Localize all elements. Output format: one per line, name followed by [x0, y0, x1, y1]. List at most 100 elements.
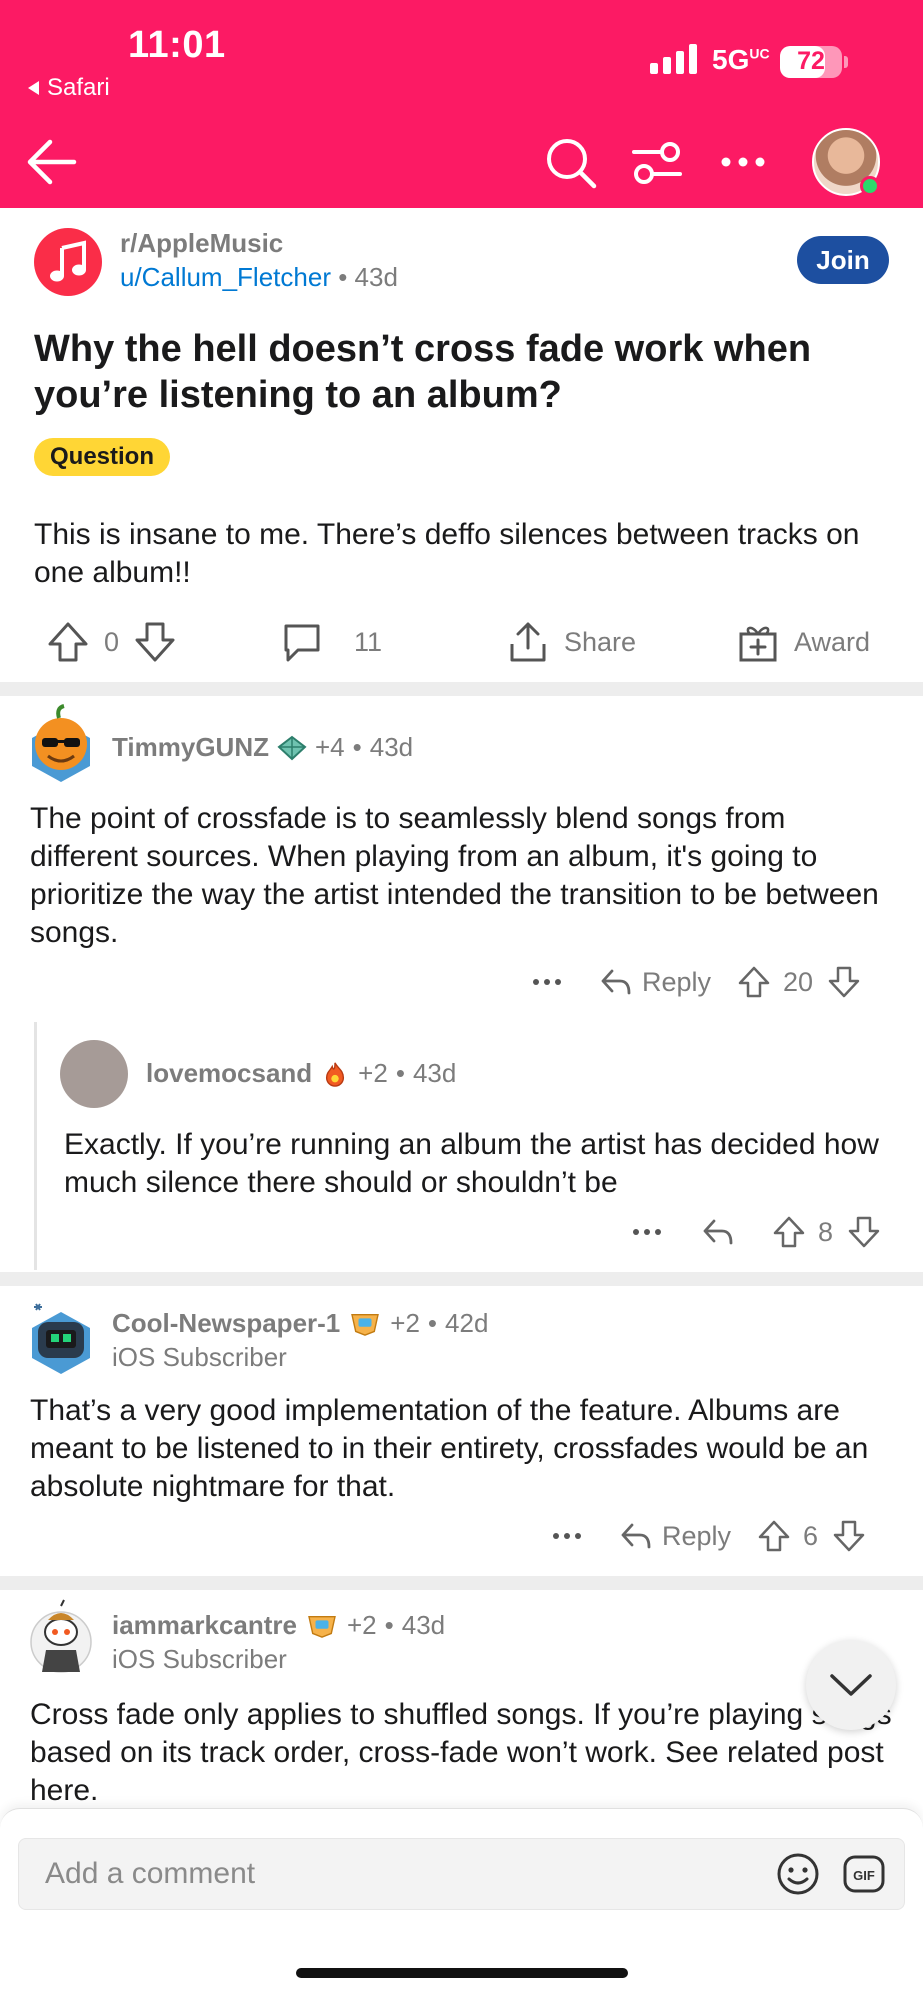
join-button[interactable]: Join — [797, 236, 889, 284]
downvote-icon[interactable] — [827, 965, 861, 999]
comment-2-header: lovemocsand +2 • 43d — [146, 1058, 456, 1089]
comment-3-header: Cool-Newspaper-1 +2 • 42d — [112, 1308, 488, 1339]
post-action-bar: 0 11 Share Award — [0, 612, 923, 672]
comment-3-karma: +2 — [390, 1308, 420, 1338]
comment-2-body: Exactly. If you’re running an album the … — [64, 1128, 879, 1199]
status-time: 11:01 — [128, 24, 226, 66]
reply-arrow-icon — [621, 1523, 651, 1549]
top-bar: 11:01 Safari 5GUC 72 — [0, 0, 923, 208]
comment-1-reply-button[interactable]: Reply — [600, 967, 711, 998]
more-options-icon[interactable] — [720, 150, 766, 174]
comment-2-score: 8 — [818, 1216, 834, 1247]
cellular-signal-icon — [650, 44, 697, 74]
award-button[interactable]: Award — [736, 612, 870, 672]
more-options-icon[interactable] — [532, 977, 562, 987]
emoji-icon[interactable] — [776, 1852, 820, 1896]
comment-3-score: 6 — [803, 1520, 819, 1551]
downvote-icon[interactable] — [832, 1519, 866, 1553]
comment-2-username[interactable]: lovemocsand — [146, 1058, 312, 1089]
back-arrow-icon[interactable] — [24, 134, 80, 190]
online-status-dot — [860, 176, 880, 196]
share-label: Share — [564, 626, 637, 657]
lovemocsand-avatar[interactable] — [60, 1040, 128, 1108]
svg-text:GIF: GIF — [853, 1868, 875, 1883]
share-button[interactable]: Share — [506, 612, 636, 672]
back-triangle-icon — [28, 81, 39, 95]
more-options-icon[interactable] — [552, 1531, 582, 1541]
comment-2-actions: 8 — [632, 1212, 881, 1252]
section-divider — [0, 682, 923, 696]
sort-filter-icon[interactable] — [630, 140, 684, 186]
network-label: 5G — [712, 44, 750, 75]
battery-icon: 72 — [780, 46, 842, 78]
comment-3-reply-button[interactable]: Reply — [620, 1521, 731, 1552]
timmygunz-avatar[interactable] — [26, 704, 96, 784]
comment-4-username[interactable]: iammarkcantre — [112, 1610, 297, 1641]
comment-1-username[interactable]: TimmyGUNZ — [112, 732, 269, 763]
subscriber-badge-icon — [351, 1313, 380, 1336]
comment-input[interactable] — [18, 1838, 905, 1910]
reply-arrow-icon — [601, 969, 631, 995]
vote-group: 0 — [46, 612, 177, 672]
section-divider — [0, 1272, 923, 1286]
meta-dot: • — [352, 732, 362, 762]
post-title: Why the hell doesn’t cross fade work whe… — [34, 328, 812, 416]
network-sup: UC — [749, 45, 770, 62]
upvote-icon[interactable] — [772, 1215, 806, 1249]
meta-dot: • — [338, 262, 355, 292]
gift-award-icon — [739, 626, 777, 662]
post-age: 43d — [354, 262, 398, 292]
reply-arrow-icon[interactable] — [702, 1217, 734, 1247]
award-label: Award — [794, 626, 871, 657]
subreddit-icon[interactable] — [34, 228, 102, 296]
chevron-down-icon — [830, 1674, 872, 1696]
reply-label: Reply — [642, 966, 712, 997]
gif-icon[interactable]: GIF — [842, 1852, 886, 1896]
comment-4-header: iammarkcantre +2 • 43d — [112, 1610, 445, 1641]
battery-level: 72 — [797, 47, 825, 75]
reply-label: Reply — [662, 1520, 732, 1551]
comment-4-user-flair: iOS Subscriber — [112, 1644, 287, 1674]
scroll-down-button[interactable] — [806, 1640, 896, 1730]
post-author[interactable]: u/Callum_Fletcher — [120, 262, 331, 292]
comment-1-header: TimmyGUNZ +4 • 43d — [112, 732, 413, 763]
comment-4-body: Cross fade only applies to shuffled song… — [30, 1698, 892, 1807]
upvote-icon[interactable] — [737, 965, 771, 999]
downvote-icon[interactable] — [847, 1215, 881, 1249]
music-note-icon — [50, 240, 86, 282]
meta-dot: • — [395, 1058, 405, 1088]
comment-3-username[interactable]: Cool-Newspaper-1 — [112, 1308, 340, 1339]
search-icon[interactable] — [544, 136, 598, 190]
upvote-icon[interactable] — [46, 620, 90, 664]
post-score: 0 — [104, 626, 120, 657]
comment-1-actions: Reply 20 — [532, 962, 861, 1002]
downvote-icon[interactable] — [133, 620, 177, 664]
comment-3-actions: Reply 6 — [552, 1516, 866, 1556]
back-to-safari[interactable]: Safari — [28, 74, 110, 102]
comment-2-karma: +2 — [358, 1058, 388, 1088]
comment-2-age: 43d — [412, 1058, 457, 1088]
upvote-icon[interactable] — [757, 1519, 791, 1553]
comment-1-body: The point of crossfade is to seamlessly … — [30, 802, 879, 949]
back-app-label: Safari — [47, 74, 110, 101]
comment-4-age: 43d — [401, 1610, 446, 1640]
thread-line — [34, 1022, 37, 1270]
network-type: 5GUC — [712, 44, 770, 76]
comment-3-body: That’s a very good implementation of the… — [30, 1394, 869, 1503]
meta-dot: • — [427, 1308, 438, 1338]
subscriber-badge-icon — [308, 1615, 336, 1638]
post-flair[interactable]: Question — [34, 438, 171, 476]
subreddit-name[interactable]: r/AppleMusic — [120, 228, 283, 259]
comment-3-user-flair: iOS Subscriber — [112, 1342, 287, 1372]
share-icon — [510, 622, 546, 662]
cool-newspaper-avatar[interactable] — [26, 1296, 96, 1376]
fire-achievement-icon — [326, 1062, 345, 1087]
more-options-icon[interactable] — [632, 1227, 662, 1237]
meta-dot: • — [384, 1610, 394, 1640]
comment-1-karma: +4 — [315, 732, 345, 762]
comments-button[interactable]: 11 — [280, 612, 382, 672]
post-meta: u/Callum_Fletcher • 43d — [120, 262, 398, 293]
comment-1-score: 20 — [783, 966, 814, 997]
diamond-achievement-icon — [277, 735, 307, 760]
iammarkcantre-avatar[interactable] — [26, 1598, 96, 1678]
